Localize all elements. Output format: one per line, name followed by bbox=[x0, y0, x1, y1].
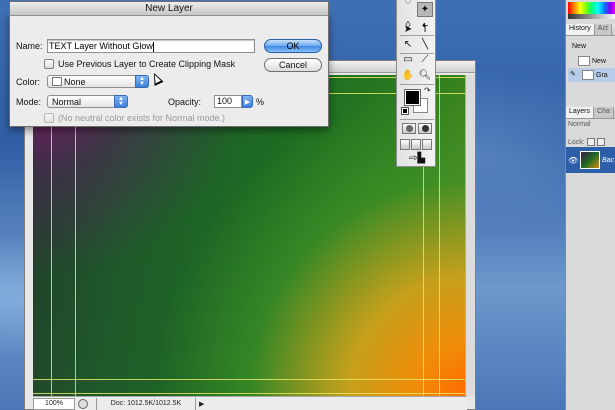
gray-ramp[interactable] bbox=[568, 14, 615, 19]
line-icon[interactable]: ╲ bbox=[417, 37, 433, 52]
history-gradient-thumb bbox=[582, 70, 594, 80]
toolbox-panel: ◌ ✦ ◊ ◐ ➤ T ↖ ╲ ▭ ⟋ ✋ 🔍︎ ↷ ⇨▙ bbox=[396, 0, 436, 167]
opacity-input[interactable]: 100 bbox=[214, 95, 242, 108]
lock-label: Lock: bbox=[568, 138, 585, 146]
new-layer-dialog: New Layer Name: TEXT Layer Without Glow … bbox=[9, 1, 329, 127]
history-item-label: New bbox=[572, 42, 587, 50]
eyedropper-icon[interactable]: ⟋ bbox=[417, 52, 433, 67]
history-item-label: Gra bbox=[596, 71, 608, 79]
screen-mode-menubar-button[interactable] bbox=[411, 139, 421, 150]
history-item[interactable]: New bbox=[568, 39, 615, 53]
layer-name-value: TEXT Layer Without Glow bbox=[49, 41, 153, 51]
color-chip-icon bbox=[52, 77, 62, 86]
lock-image-icon[interactable] bbox=[596, 138, 605, 146]
status-info-icon[interactable] bbox=[78, 398, 88, 409]
foreground-color-swatch[interactable] bbox=[404, 89, 421, 106]
right-panel-dock: History Act New New ✎ Gra Layers Cha Nor… bbox=[565, 0, 615, 410]
zoom-level-field[interactable]: 100% bbox=[33, 397, 75, 410]
guide-horizontal[interactable] bbox=[33, 393, 467, 394]
history-panel-tabs: History Act bbox=[566, 24, 615, 36]
ok-button[interactable]: OK bbox=[264, 39, 322, 53]
color-ramp[interactable] bbox=[568, 2, 615, 14]
mode-value: Normal bbox=[52, 96, 82, 107]
lasso-icon[interactable]: ◌ bbox=[400, 0, 416, 9]
swap-colors-icon[interactable]: ↷ bbox=[424, 86, 431, 95]
tab-actions[interactable]: Act bbox=[594, 24, 612, 35]
opacity-unit: % bbox=[256, 97, 265, 107]
status-menu-arrow-icon[interactable]: ▶ bbox=[199, 400, 204, 408]
history-snapshot-thumb bbox=[578, 56, 590, 66]
opacity-label: Opacity: bbox=[168, 97, 202, 107]
tab-channels[interactable]: Cha bbox=[594, 107, 614, 118]
text-caret bbox=[152, 41, 154, 52]
tab-layers[interactable]: Layers bbox=[566, 107, 595, 118]
layer-row-background[interactable]: 👁︎ Bac bbox=[566, 147, 615, 173]
document-size-info: Doc: 1012.5K/1012.5K bbox=[96, 397, 196, 410]
cancel-button[interactable]: Cancel bbox=[264, 58, 322, 72]
dialog-title: New Layer bbox=[9, 1, 329, 16]
path-select-icon[interactable]: ↖ bbox=[400, 37, 416, 52]
tool-divider bbox=[400, 119, 434, 120]
history-item-label: New bbox=[592, 57, 607, 65]
history-item-active[interactable]: ✎ Gra bbox=[568, 68, 615, 82]
tool-divider bbox=[400, 84, 434, 85]
layer-name: Bac bbox=[602, 156, 615, 164]
color-value: None bbox=[64, 76, 86, 87]
layer-name-input[interactable]: TEXT Layer Without Glow bbox=[47, 39, 255, 53]
text-icon[interactable]: T bbox=[417, 22, 433, 37]
opacity-slider-arrow-icon[interactable]: ▶ bbox=[242, 95, 253, 108]
zoom-icon[interactable]: 🔍︎ bbox=[417, 68, 433, 83]
eye-icon[interactable]: 👁︎ bbox=[568, 156, 578, 165]
name-label: Name: bbox=[16, 41, 43, 51]
hand-icon[interactable]: ✋ bbox=[400, 68, 416, 83]
guide-horizontal[interactable] bbox=[33, 379, 467, 380]
history-item[interactable]: New bbox=[568, 54, 615, 68]
magic-wand-icon[interactable]: ✦ bbox=[417, 2, 433, 17]
quick-mask-mode-button[interactable] bbox=[418, 123, 432, 134]
screen-mode-full-button[interactable] bbox=[422, 139, 432, 150]
select-arrows-icon: ▲ ▼ bbox=[135, 75, 149, 88]
color-select[interactable]: None ▲ ▼ bbox=[47, 75, 149, 88]
neutral-color-label: (No neutral color exists for Normal mode… bbox=[58, 113, 226, 123]
select-arrows-icon: ▲ ▼ bbox=[114, 95, 128, 108]
standard-mode-button[interactable] bbox=[402, 123, 416, 134]
jump-to-imageready-icon[interactable]: ⇨▙ bbox=[402, 151, 432, 166]
guide-vertical[interactable] bbox=[439, 75, 440, 396]
neutral-color-checkbox[interactable] bbox=[44, 113, 54, 123]
layers-panel-tabs: Layers Cha bbox=[566, 107, 615, 119]
lock-transparency-icon[interactable] bbox=[586, 138, 595, 146]
document-status-bar: 100% Doc: 1012.5K/1012.5K ▶ bbox=[33, 396, 467, 410]
mode-label: Mode: bbox=[16, 97, 42, 107]
history-brush-icon: ✎ bbox=[570, 71, 576, 78]
layer-thumbnail bbox=[580, 151, 600, 169]
move-arrow-icon[interactable]: ➤ bbox=[400, 22, 416, 37]
color-label: Color: bbox=[16, 77, 41, 87]
screen-mode-standard-button[interactable] bbox=[400, 139, 410, 150]
clipping-mask-checkbox[interactable] bbox=[44, 59, 54, 69]
default-colors-icon[interactable] bbox=[401, 107, 409, 115]
mode-select[interactable]: Normal ▲ ▼ bbox=[47, 95, 128, 108]
tab-history[interactable]: History bbox=[566, 24, 595, 35]
layers-blend-mode-select[interactable]: Normal bbox=[568, 121, 614, 133]
clipping-mask-label: Use Previous Layer to Create Clipping Ma… bbox=[58, 59, 236, 69]
vertical-scrollbar[interactable] bbox=[465, 75, 475, 396]
notes-icon[interactable]: ▭ bbox=[400, 52, 416, 67]
